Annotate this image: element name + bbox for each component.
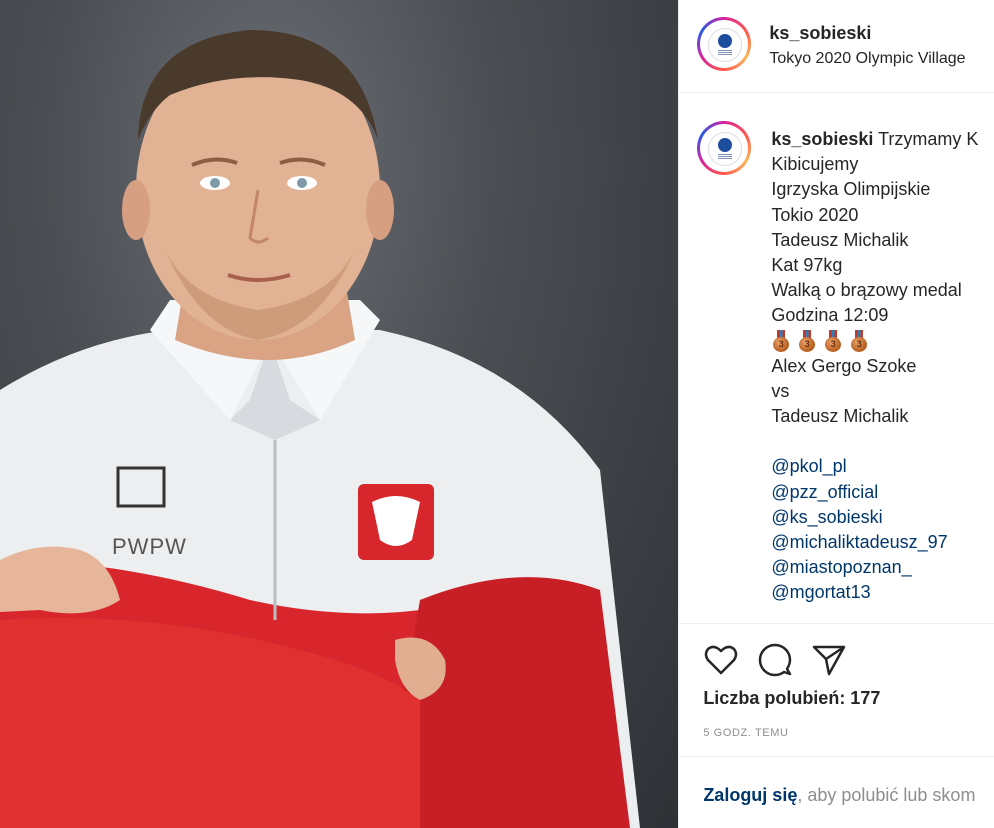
caption-line: Tadeusz Michalik — [771, 229, 909, 250]
club-logo-icon — [708, 28, 743, 62]
caption-author[interactable]: ks_sobieski — [771, 129, 873, 149]
caption-line: Kat 97kg — [771, 254, 843, 275]
athlete-photo — [0, 30, 640, 828]
mention-link[interactable]: @michaliktadeusz_97 — [771, 530, 978, 555]
header-location[interactable]: Tokyo 2020 Olympic Village — [769, 50, 965, 68]
mention-link[interactable]: @pkol_pl — [771, 454, 978, 479]
bronze-medal-icon: 3 — [849, 330, 869, 353]
post-time[interactable]: 5 GODZ. TEMU — [703, 727, 788, 739]
instagram-post: PWPW ks_sobieski Tokyo 2020 Olympic Vill… — [0, 0, 994, 828]
caption-line: Walką o brązowy medal — [771, 280, 962, 301]
caption-avatar[interactable] — [697, 121, 752, 175]
caption-text: ks_sobieski Trzymamy K Kibicujemy Igrzys… — [771, 127, 978, 606]
medal-emoji-row: 3 3 3 3 — [771, 329, 978, 354]
caption: ks_sobieski Trzymamy K Kibicujemy Igrzys… — [679, 93, 994, 623]
avatar[interactable] — [697, 17, 752, 71]
caption-line: vs — [771, 380, 790, 401]
likes-count[interactable]: Liczba polubień: 177 — [703, 688, 880, 709]
mention-link[interactable]: @ks_sobieski — [771, 505, 978, 530]
login-bar: Zaloguj się, aby polubić lub skom — [679, 756, 994, 828]
share-icon[interactable] — [811, 642, 847, 678]
mention-link[interactable]: @mgortat13 — [771, 580, 978, 605]
caption-line: Alex Gergo Szoke — [771, 355, 917, 376]
heart-icon[interactable] — [703, 642, 739, 678]
mention-link[interactable]: @pzz_official — [771, 480, 978, 505]
mention-link[interactable]: @miastopoznan_ — [771, 555, 978, 580]
caption-line: Kibicujemy — [771, 154, 859, 175]
bronze-medal-icon: 3 — [797, 330, 817, 353]
jacket-brand-text: PWPW — [112, 534, 187, 559]
login-prompt-text: , aby polubić lub skom — [797, 785, 976, 805]
bronze-medal-icon: 3 — [771, 330, 791, 353]
caption-line: Godzina 12:09 — [771, 305, 889, 326]
caption-line: Tadeusz Michalik — [771, 406, 909, 427]
post-actions: Liczba polubień: 177 5 GODZ. TEMU — [679, 623, 994, 756]
comment-icon[interactable] — [757, 642, 793, 678]
caption-line: Tokio 2020 — [771, 204, 859, 225]
caption-line: Igrzyska Olimpijskie — [771, 179, 931, 200]
bronze-medal-icon: 3 — [823, 330, 843, 353]
post-photo[interactable]: PWPW — [0, 0, 679, 828]
header-username[interactable]: ks_sobieski — [769, 23, 871, 44]
caption-first-line: Trzymamy K — [878, 129, 979, 149]
post-header: ks_sobieski Tokyo 2020 Olympic Village — [679, 0, 994, 93]
club-logo-icon — [708, 132, 743, 166]
post-sidebar: ks_sobieski Tokyo 2020 Olympic Village k… — [678, 0, 994, 828]
login-link[interactable]: Zaloguj się — [703, 785, 797, 805]
